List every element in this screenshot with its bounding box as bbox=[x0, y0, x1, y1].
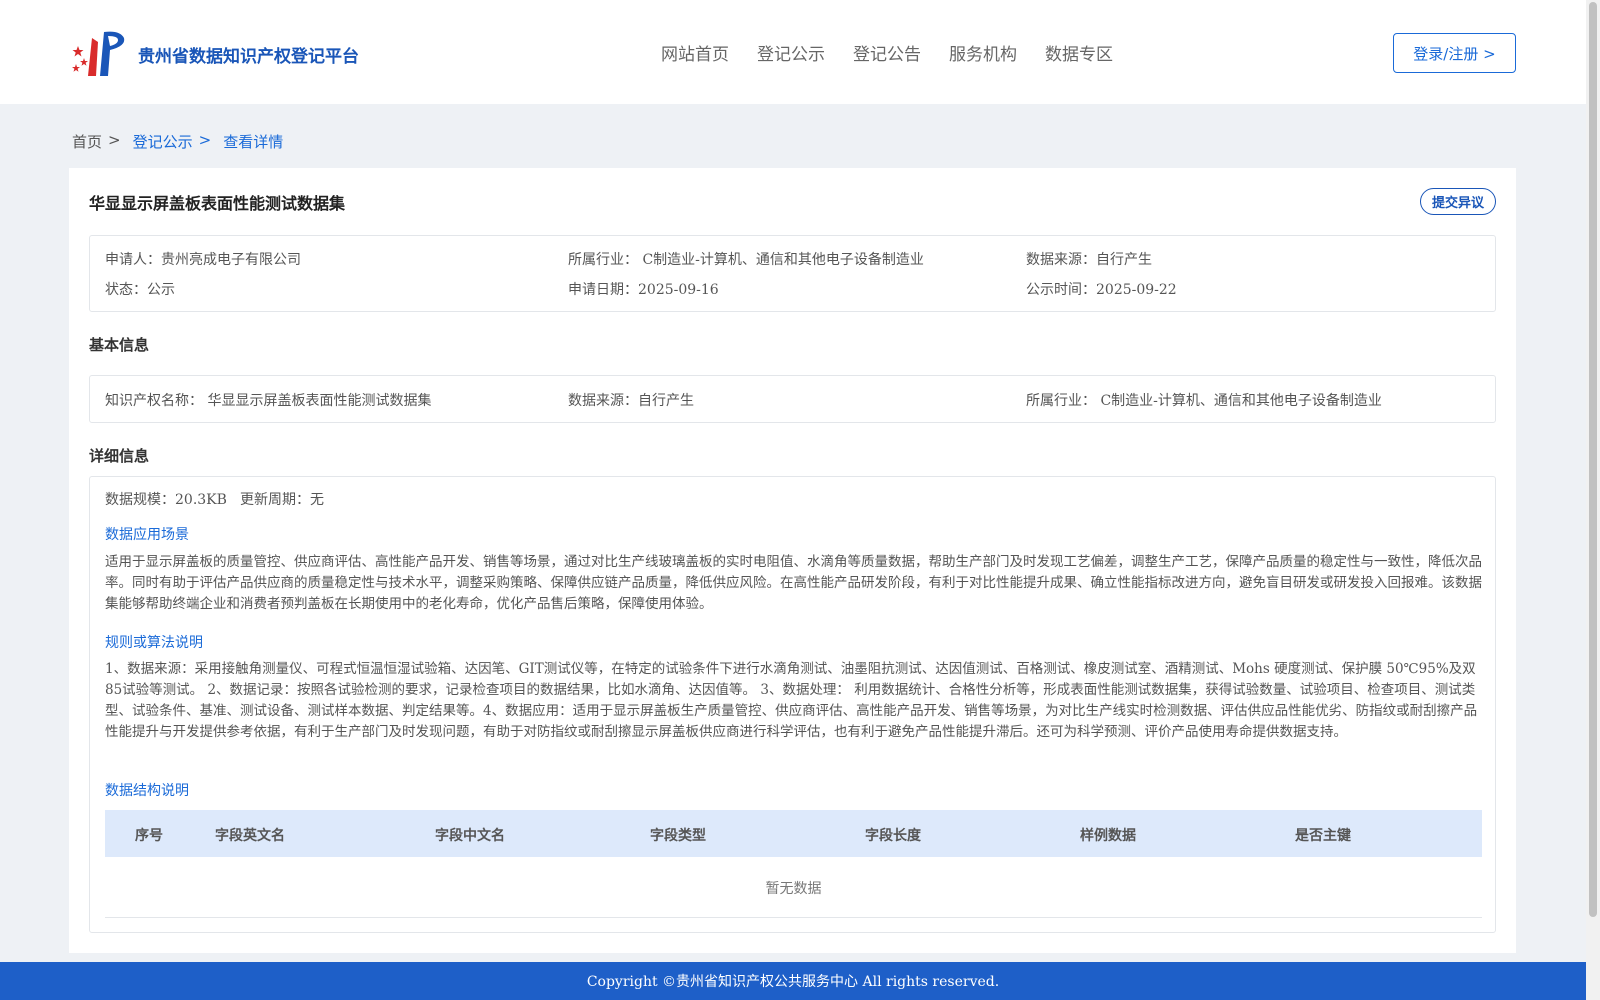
industry-field: 所属行业： C制造业-计算机、通信和其他电子设备制造业 bbox=[568, 252, 924, 268]
breadcrumb-registration-publicity[interactable]: 登记公示 bbox=[133, 131, 193, 152]
status-field: 状态：公示 bbox=[105, 282, 175, 298]
submit-objection-button[interactable]: 提交异议 bbox=[1420, 188, 1496, 215]
breadcrumb: 首页 > 登记公示 > 查看详情 bbox=[72, 131, 283, 152]
data-scale-field: 数据规模：20.3KB bbox=[105, 492, 227, 508]
detail-info-box: 数据规模：20.3KB 更新周期：无 数据应用场景 适用于显示屏盖板的质量管控、… bbox=[89, 476, 1496, 933]
data-structure-table: 序号 字段英文名 字段中文名 字段类型 字段长度 样例数据 是否主键 暂无数据 bbox=[105, 810, 1482, 918]
breadcrumb-home[interactable]: 首页 bbox=[72, 131, 102, 152]
table-divider bbox=[105, 917, 1482, 918]
nav-service-agencies[interactable]: 服务机构 bbox=[949, 40, 1017, 65]
rule-heading: 规则或算法说明 bbox=[105, 635, 203, 651]
basic-industry-field: 所属行业： C制造业-计算机、通信和其他电子设备制造业 bbox=[1026, 393, 1382, 409]
table-header-field-length: 字段长度 bbox=[865, 828, 921, 844]
main-nav: 网站首页 登记公示 登记公告 服务机构 数据专区 bbox=[661, 40, 1113, 65]
platform-logo-icon[interactable] bbox=[70, 28, 130, 80]
summary-box: 申请人：贵州亮成电子有限公司 所属行业： C制造业-计算机、通信和其他电子设备制… bbox=[89, 235, 1496, 312]
ip-name-field: 知识产权名称： 华显显示屏盖板表面性能测试数据集 bbox=[105, 393, 432, 409]
page-scrollbar[interactable] bbox=[1586, 0, 1600, 1000]
table-header-field-cn: 字段中文名 bbox=[435, 828, 505, 844]
scenario-text: 适用于显示屏盖板的质量管控、供应商评估、高性能产品开发、销售等场景，通过对比生产… bbox=[105, 554, 1482, 612]
breadcrumb-separator: > bbox=[108, 131, 121, 149]
rule-text: 1、数据来源：采用接触角测量仪、可程式恒温恒湿试验箱、达因笔、GIT测试仪等，在… bbox=[105, 661, 1478, 740]
detail-card: 华显显示屏盖板表面性能测试数据集 提交异议 申请人：贵州亮成电子有限公司 所属行… bbox=[69, 168, 1516, 953]
table-header-field-type: 字段类型 bbox=[650, 828, 706, 844]
update-cycle-field: 更新周期：无 bbox=[240, 492, 324, 508]
basic-data-source-field: 数据来源：自行产生 bbox=[568, 393, 694, 409]
breadcrumb-view-details: 查看详情 bbox=[223, 133, 284, 151]
table-header-index: 序号 bbox=[135, 828, 163, 844]
publish-date-field: 公示时间：2025-09-22 bbox=[1026, 282, 1177, 298]
basic-info-heading: 基本信息 bbox=[89, 336, 150, 354]
nav-data-zone[interactable]: 数据专区 bbox=[1045, 40, 1113, 65]
scenario-heading: 数据应用场景 bbox=[105, 527, 189, 543]
table-header-primary-key: 是否主键 bbox=[1295, 828, 1351, 844]
scrollbar-thumb[interactable] bbox=[1589, 2, 1597, 917]
nav-home[interactable]: 网站首页 bbox=[661, 40, 729, 65]
apply-date-field: 申请日期：2025-09-16 bbox=[568, 282, 719, 298]
basic-info-box: 知识产权名称： 华显显示屏盖板表面性能测试数据集 数据来源：自行产生 所属行业：… bbox=[89, 375, 1496, 423]
table-empty-text: 暂无数据 bbox=[765, 881, 822, 897]
applicant-field: 申请人：贵州亮成电子有限公司 bbox=[105, 252, 301, 268]
structure-heading: 数据结构说明 bbox=[105, 783, 189, 799]
nav-registration-publicity[interactable]: 登记公示 bbox=[757, 40, 825, 65]
detail-info-heading: 详细信息 bbox=[89, 447, 150, 465]
site-header: 贵州省数据知识产权登记平台 网站首页 登记公示 登记公告 服务机构 数据专区 登… bbox=[0, 0, 1586, 104]
table-header-row: 序号 字段英文名 字段中文名 字段类型 字段长度 样例数据 是否主键 bbox=[105, 810, 1482, 857]
data-source-field: 数据来源：自行产生 bbox=[1026, 252, 1152, 268]
table-header-field-en: 字段英文名 bbox=[215, 828, 285, 844]
table-header-sample: 样例数据 bbox=[1080, 828, 1136, 844]
site-footer: Copyright ©贵州省知识产权公共服务中心 All rights rese… bbox=[0, 962, 1586, 1000]
nav-registration-announcement[interactable]: 登记公告 bbox=[853, 40, 921, 65]
breadcrumb-separator: > bbox=[198, 131, 212, 149]
brand-title[interactable]: 贵州省数据知识产权登记平台 bbox=[138, 42, 359, 67]
page-title: 华显显示屏盖板表面性能测试数据集 bbox=[89, 194, 346, 213]
login-register-button[interactable]: 登录/注册 > bbox=[1393, 33, 1516, 73]
